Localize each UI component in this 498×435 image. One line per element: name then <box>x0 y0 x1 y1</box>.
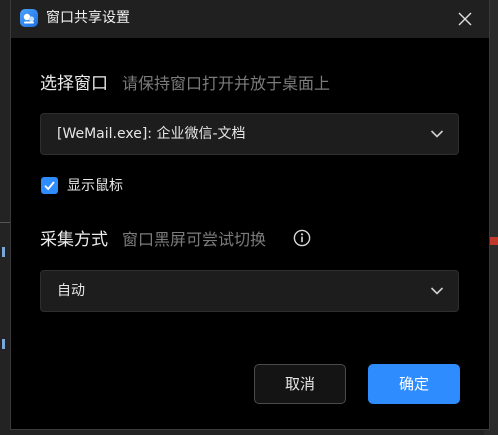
title-bar: 窗口共享设置 <box>11 0 489 38</box>
cancel-button[interactable]: 取消 <box>254 364 346 404</box>
confirm-button[interactable]: 确定 <box>368 364 460 404</box>
dialog-title: 窗口共享设置 <box>46 10 130 26</box>
select-window-label: 选择窗口 <box>40 74 108 94</box>
checkmark-icon <box>44 181 55 191</box>
close-icon <box>458 12 472 26</box>
select-window-hint: 请保持窗口打开并放于桌面上 <box>122 74 331 93</box>
window-select-value: [WeMail.exe]: 企业微信-文档 <box>57 126 246 142</box>
close-button[interactable] <box>451 5 479 33</box>
app-logo-icon <box>20 9 38 27</box>
capture-mode-hint: 窗口黑屏可尝试切换 <box>122 230 267 249</box>
capture-mode-value: 自动 <box>57 283 85 299</box>
background-glyph <box>2 247 5 257</box>
chevron-down-icon <box>430 287 444 295</box>
window-select-dropdown[interactable]: [WeMail.exe]: 企业微信-文档 <box>40 113 459 155</box>
show-cursor-label[interactable]: 显示鼠标 <box>67 176 123 196</box>
chevron-down-icon <box>430 130 444 138</box>
info-icon[interactable] <box>293 229 311 247</box>
window-share-settings-dialog: 窗口共享设置 选择窗口 请保持窗口打开并放于桌面上 [WeMail.exe]: … <box>10 0 490 430</box>
background-divider <box>0 222 10 223</box>
capture-mode-dropdown[interactable]: 自动 <box>40 270 459 312</box>
capture-mode-label: 采集方式 <box>40 230 108 250</box>
show-cursor-checkbox[interactable] <box>41 177 58 194</box>
background-glyph <box>2 339 5 349</box>
